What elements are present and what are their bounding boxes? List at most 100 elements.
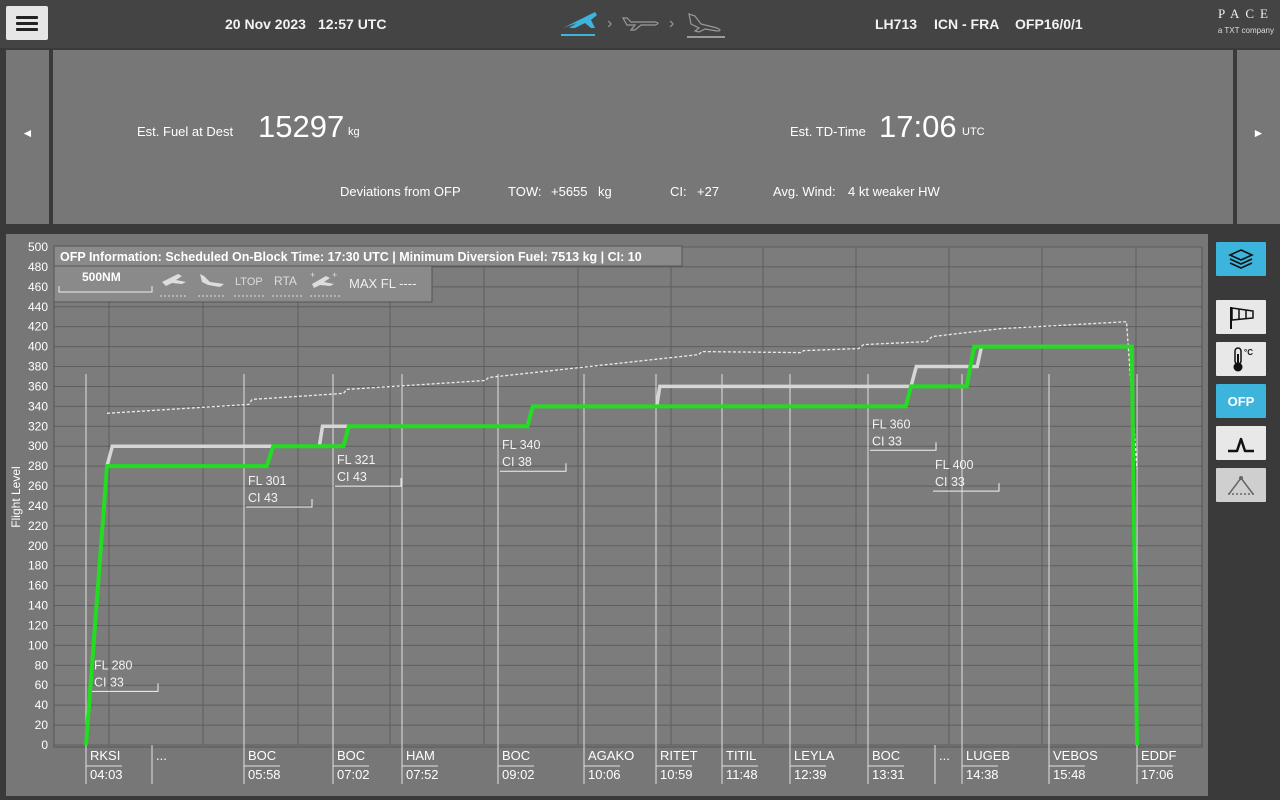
windsock-icon — [1230, 307, 1254, 329]
thermometer-icon: °C — [1233, 347, 1253, 372]
waypoint-time: 10:59 — [660, 767, 693, 782]
step-fl-label: FL 340 — [502, 438, 541, 452]
rta-label: RTA — [274, 274, 297, 288]
waypoint-name: LUGEB — [966, 748, 1010, 763]
wind-value: 4 kt weaker HW — [848, 184, 940, 199]
y-tick-label: 260 — [28, 479, 48, 493]
waypoint-name: RITET — [660, 748, 698, 763]
td-value: 17:06 — [879, 109, 957, 144]
y-tick-label: 360 — [28, 379, 48, 393]
right-toolbar: °C OFP — [1210, 234, 1280, 800]
tow-value: +5655 — [551, 184, 588, 199]
waypoint-name: BOC — [337, 748, 365, 763]
ltop-label: LTOP — [235, 276, 263, 288]
step-fl-label: FL 280 — [94, 658, 133, 672]
step-ci-label: CI 43 — [248, 491, 278, 505]
y-tick-label: 500 — [28, 240, 48, 254]
deviations-label: Deviations from OFP — [340, 184, 461, 199]
ofp-button[interactable]: OFP — [1216, 384, 1266, 418]
waypoint-name: LEYLA — [794, 748, 835, 763]
layers-button[interactable] — [1216, 242, 1266, 276]
waypoint-labels: RKSI 04:03... BOC 05:58 BOC 07:02 HAM 07:52 BOC 0… — [85, 745, 1176, 784]
svg-text:+: + — [332, 270, 337, 280]
range-label: 500NM — [82, 270, 121, 284]
route: ICN - FRA — [934, 16, 1000, 32]
y-tick-label: 300 — [28, 439, 48, 453]
waypoint-name: EDDF — [1141, 748, 1176, 763]
waypoint-name: BOC — [502, 748, 530, 763]
step-fl-label: FL 321 — [337, 453, 376, 467]
y-tick-label: 240 — [28, 499, 48, 513]
previous-page-button[interactable]: ◄ — [6, 50, 49, 224]
temperature-button[interactable]: °C — [1216, 342, 1266, 376]
waypoint-name: RKSI — [90, 748, 120, 763]
menu-icon-line — [16, 28, 38, 31]
step-ci-label: CI 38 — [502, 455, 532, 469]
y-tick-label: 180 — [28, 559, 48, 573]
menu-button[interactable] — [6, 6, 48, 40]
y-tick-label: 380 — [28, 360, 48, 374]
ofp-info-box: OFP Information: Scheduled On-Block Time… — [53, 245, 683, 267]
y-tick-label: 420 — [28, 320, 48, 334]
ci-label: CI: — [670, 184, 687, 199]
y-tick-label: 140 — [28, 599, 48, 613]
menu-icon-line — [16, 22, 38, 25]
logo-main: PACE — [1217, 6, 1274, 21]
y-tick-label: 80 — [35, 658, 49, 672]
waypoint-time: 11:48 — [726, 767, 758, 782]
tools-box: 500NM LTOP RTA + + MAX FL ---- — [53, 265, 433, 303]
next-page-button[interactable]: ► — [1237, 50, 1280, 224]
waypoint-time: 05:58 — [248, 767, 281, 782]
cone-button[interactable] — [1216, 468, 1266, 502]
y-tick-label: 320 — [28, 419, 48, 433]
fuel-value: 15297 — [258, 109, 345, 144]
waypoint-time: 04:03 — [90, 767, 123, 782]
step-ci-label: CI 33 — [872, 434, 902, 448]
step-fl-label: FL 360 — [872, 417, 911, 431]
waypoint-name: VEBOS — [1053, 748, 1098, 763]
fuel-unit: kg — [348, 126, 360, 138]
chevron-right-icon: › — [607, 15, 612, 32]
waypoint-time: 12:39 — [794, 767, 827, 782]
waypoint-name: HAM — [406, 748, 435, 763]
svg-text:+: + — [310, 270, 315, 280]
wind-button[interactable] — [1216, 300, 1266, 334]
menu-icon-line — [16, 16, 38, 19]
header-time: 12:57 UTC — [318, 16, 387, 32]
flight-phase-indicator: › › — [561, 12, 725, 38]
arrow-right-icon: ► — [1252, 126, 1265, 140]
plot-background — [53, 246, 1203, 748]
profile-button[interactable] — [1216, 426, 1266, 460]
y-tick-label: 220 — [28, 519, 48, 533]
waypoint-name: ... — [156, 748, 167, 763]
wind-label: Avg. Wind: — [773, 184, 836, 199]
y-tick-label: 460 — [28, 280, 48, 294]
y-tick-label: 480 — [28, 260, 48, 274]
waypoint-time: 14:38 — [966, 767, 999, 782]
terrain-profile-icon — [1228, 437, 1254, 453]
ofp-info-text: OFP Information: Scheduled On-Block Time… — [60, 250, 642, 264]
takeoff-icon[interactable] — [561, 12, 597, 36]
waypoint-name: ... — [939, 748, 950, 763]
y-tick-label: 100 — [28, 638, 48, 652]
max-fl-label: MAX FL ---- — [349, 276, 416, 291]
tow-label: TOW: — [508, 184, 542, 199]
cruise-icon[interactable] — [621, 17, 659, 31]
landing-icon[interactable] — [687, 13, 725, 38]
waypoint-time: 15:48 — [1053, 767, 1086, 782]
td-label: Est. TD-Time — [790, 124, 866, 139]
td-unit: UTC — [962, 126, 985, 138]
svg-text:°C: °C — [1244, 348, 1253, 357]
y-tick-label: 120 — [28, 618, 48, 632]
waypoint-name: TITIL — [726, 748, 756, 763]
step-ci-label: CI 43 — [337, 470, 367, 484]
profile-svg: 0 20 40 60 80 100 120 140 160 180 200 220 240 260 280 3… — [9, 240, 1203, 784]
waypoint-time: 09:02 — [502, 767, 535, 782]
header-date: 20 Nov 2023 — [225, 16, 306, 32]
y-tick-label: 400 — [28, 340, 48, 354]
cone-icon — [1228, 476, 1254, 495]
ci-value: +27 — [697, 184, 720, 199]
chevron-right-icon: › — [669, 15, 674, 32]
waypoint-time: 10:06 — [588, 767, 621, 782]
waypoint-time: 07:02 — [337, 767, 370, 782]
